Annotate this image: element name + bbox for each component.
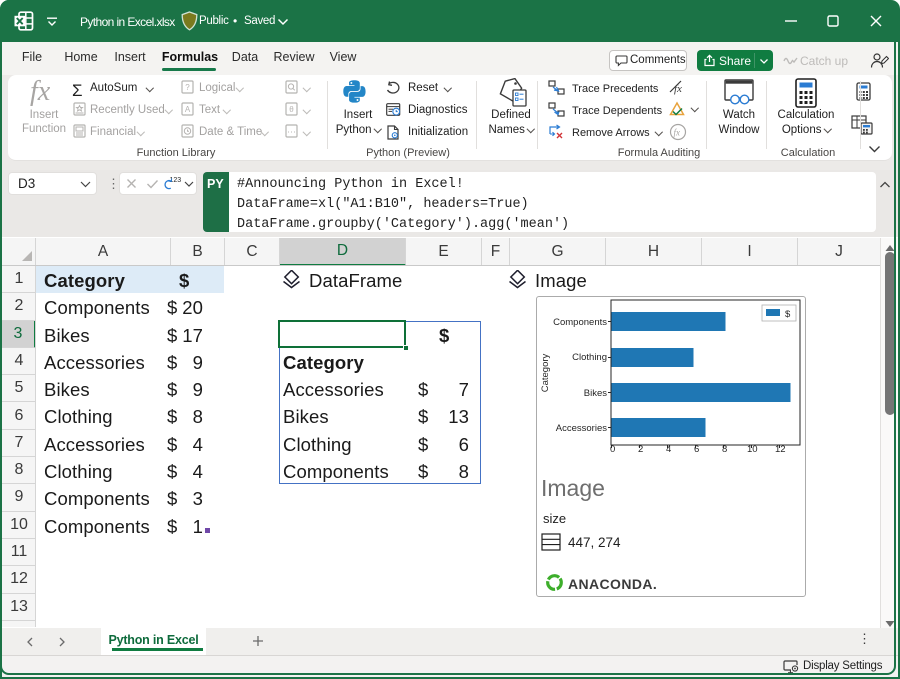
svg-text:fx: fx xyxy=(674,83,682,95)
svg-text:Category: Category xyxy=(540,353,551,392)
svg-text:$: $ xyxy=(785,309,791,320)
svg-text:Bikes: Bikes xyxy=(584,388,607,399)
svg-text:Accessories: Accessories xyxy=(556,423,607,434)
svg-text:?: ? xyxy=(185,83,190,92)
svg-text:⋯: ⋯ xyxy=(287,127,296,137)
svg-text:Clothing: Clothing xyxy=(572,352,607,363)
svg-text:Components: Components xyxy=(553,317,607,328)
svg-text:θ: θ xyxy=(289,105,294,114)
svg-text:fx: fx xyxy=(674,128,681,138)
svg-text:A: A xyxy=(185,105,191,114)
